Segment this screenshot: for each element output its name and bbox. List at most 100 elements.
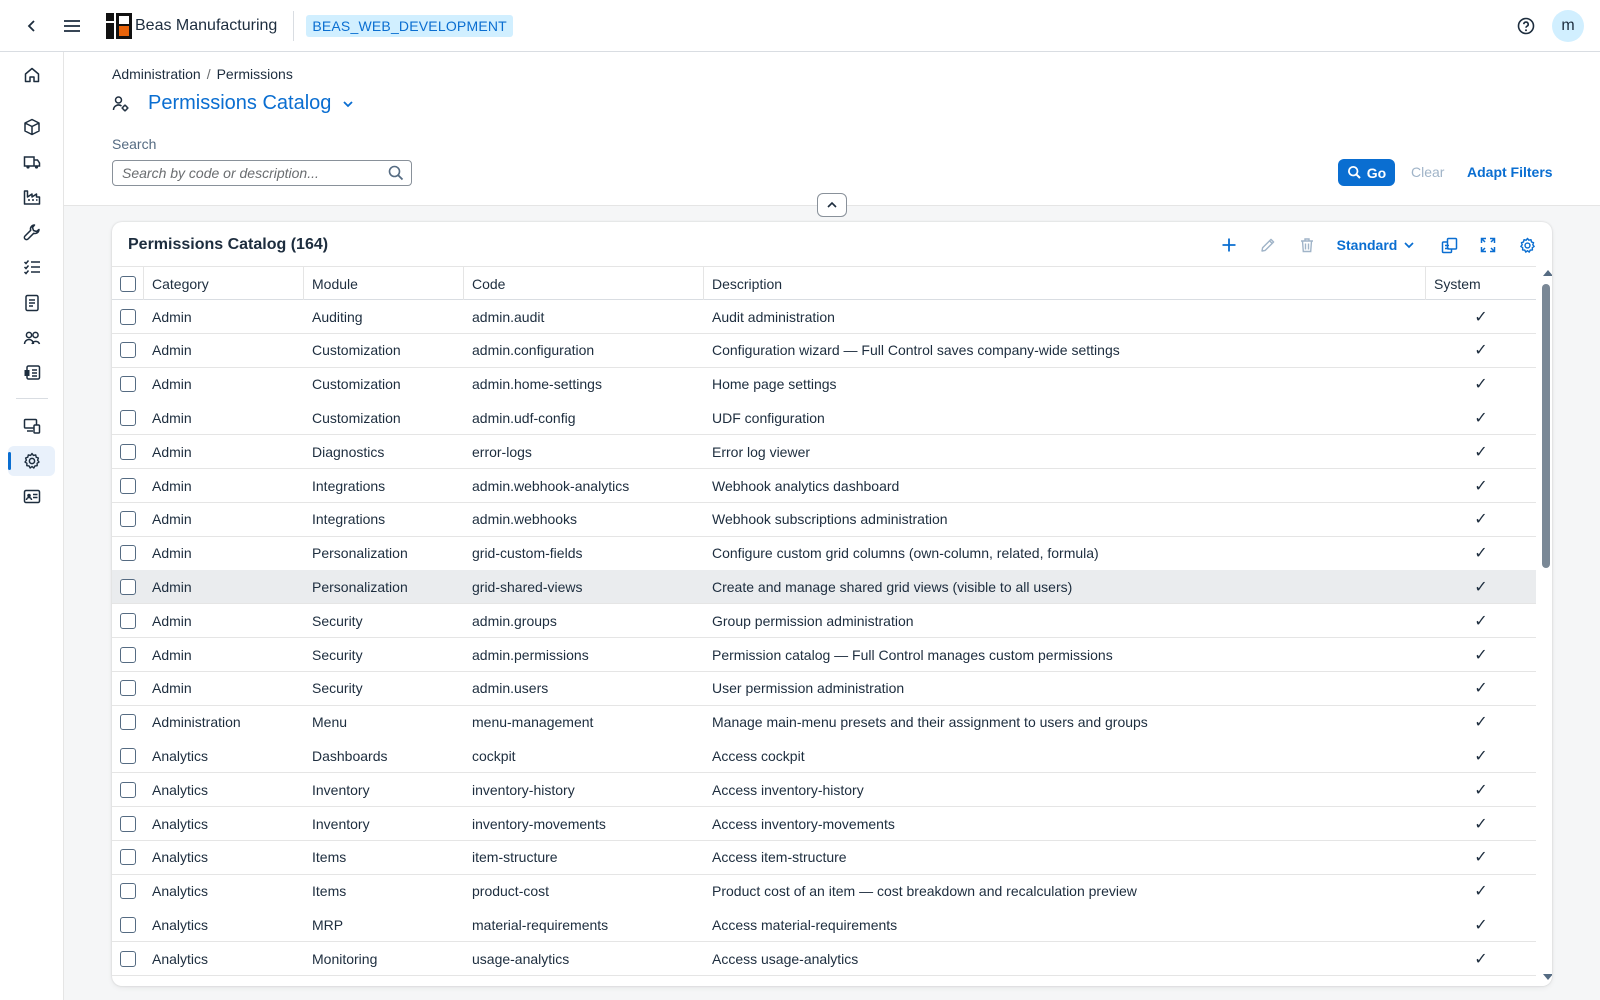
nav-admin[interactable] bbox=[8, 482, 55, 512]
column-header-system[interactable]: System bbox=[1426, 267, 1536, 301]
row-checkbox[interactable] bbox=[120, 477, 136, 494]
column-header-module[interactable]: Module bbox=[304, 267, 464, 301]
nav-logistics[interactable] bbox=[8, 147, 55, 177]
row-select-cell bbox=[112, 368, 144, 401]
nav-tasks[interactable] bbox=[8, 252, 55, 282]
table-row[interactable]: Analytics Items item-structure Access item-… bbox=[112, 840, 1536, 875]
select-all-checkbox[interactable] bbox=[119, 276, 136, 292]
delete-button[interactable] bbox=[1294, 232, 1320, 258]
row-checkbox[interactable] bbox=[120, 409, 136, 426]
row-select-cell bbox=[112, 503, 144, 536]
table-row[interactable]: Analytics Inventory inventory-history Acces… bbox=[112, 773, 1536, 808]
table-row[interactable]: Admin Integrations admin.webhook-analytics… bbox=[112, 469, 1536, 503]
help-button[interactable] bbox=[1508, 8, 1544, 44]
column-header-category[interactable]: Category bbox=[144, 267, 304, 301]
variant-selector[interactable]: Standard bbox=[1335, 232, 1417, 258]
table-row[interactable]: Analytics Dashboards cockpit Access cockpit… bbox=[112, 739, 1536, 774]
nav-home[interactable] bbox=[8, 60, 55, 90]
nav-partners[interactable] bbox=[8, 323, 55, 353]
table-row[interactable]: Analytics MRP material-requirements Access … bbox=[112, 908, 1536, 943]
table-row[interactable]: Admin Auditing admin.audit Audit administra… bbox=[112, 300, 1536, 334]
logo[interactable]: Beas Manufacturing bbox=[106, 12, 277, 39]
table-row[interactable]: Admin Security admin.groups Group permissio… bbox=[112, 604, 1536, 639]
table-row[interactable]: Admin Personalization grid-custom-fields Co… bbox=[112, 536, 1536, 571]
cell-description: Access inventory-history bbox=[712, 781, 864, 798]
table-row[interactable]: Admin Integrations admin.webhooks Webhook s… bbox=[112, 502, 1536, 537]
back-button[interactable] bbox=[14, 8, 50, 44]
row-checkbox[interactable] bbox=[120, 714, 136, 731]
nav-devices[interactable] bbox=[8, 411, 55, 441]
breadcrumb: Administration / Permissions bbox=[112, 66, 293, 82]
table-row[interactable]: Admin Diagnostics error-logs Error log view… bbox=[112, 435, 1536, 470]
page-title[interactable]: Permissions Catalog bbox=[148, 92, 331, 115]
nav-documents[interactable] bbox=[8, 288, 55, 318]
row-checkbox[interactable] bbox=[120, 646, 136, 663]
table-settings-button[interactable] bbox=[1514, 232, 1540, 258]
row-checkbox[interactable] bbox=[120, 950, 136, 967]
add-button[interactable] bbox=[1216, 232, 1242, 258]
row-checkbox[interactable] bbox=[120, 545, 136, 562]
row-checkbox[interactable] bbox=[120, 849, 136, 866]
checkmark-icon: ✓ bbox=[1474, 747, 1488, 765]
cell-category: Analytics bbox=[152, 815, 209, 832]
table-row[interactable]: Analytics Inventory inventory-movements Acc… bbox=[112, 807, 1536, 841]
table-row[interactable]: Analytics Items product-cost Product cost o… bbox=[112, 874, 1536, 909]
scroll-down-arrow[interactable] bbox=[1543, 974, 1552, 980]
clear-button[interactable]: Clear bbox=[1411, 164, 1444, 180]
breadcrumb-link-administration[interactable]: Administration bbox=[112, 66, 201, 82]
scrollbar-thumb[interactable] bbox=[1542, 284, 1550, 568]
table-row[interactable]: Admin Personalization grid-shared-views Cre… bbox=[112, 570, 1536, 605]
search-input[interactable] bbox=[113, 165, 375, 181]
cell-category: Admin bbox=[152, 545, 192, 562]
table-row[interactable]: Administration Menu menu-management Manage … bbox=[112, 705, 1536, 740]
row-checkbox[interactable] bbox=[120, 747, 136, 764]
cell-system: ✓ bbox=[1426, 435, 1536, 468]
cell-module: Integrations bbox=[312, 511, 386, 528]
table-row[interactable]: Admin Security admin.permissions Permission… bbox=[112, 638, 1536, 672]
search-icon[interactable] bbox=[387, 164, 405, 182]
go-label: Go bbox=[1366, 164, 1387, 181]
table-row[interactable]: Admin Customization admin.home-settings Hom… bbox=[112, 367, 1536, 402]
edit-button[interactable] bbox=[1255, 232, 1281, 258]
nav-maintenance[interactable] bbox=[8, 217, 55, 247]
cell-category: Admin bbox=[152, 308, 192, 325]
row-checkbox[interactable] bbox=[120, 916, 136, 933]
table-row[interactable]: Admin Security admin.users User permission … bbox=[112, 671, 1536, 706]
column-header-description[interactable]: Description bbox=[704, 267, 1426, 301]
table-row[interactable]: Admin Customization admin.configuration Con… bbox=[112, 333, 1536, 368]
collapse-header-button[interactable] bbox=[817, 193, 847, 217]
cell-system: ✓ bbox=[1426, 401, 1536, 434]
row-checkbox[interactable] bbox=[120, 781, 136, 798]
row-checkbox[interactable] bbox=[120, 511, 136, 528]
row-select-cell bbox=[112, 300, 144, 333]
cell-code: admin.users bbox=[472, 680, 549, 697]
row-checkbox[interactable] bbox=[120, 308, 136, 325]
row-checkbox[interactable] bbox=[120, 680, 136, 697]
avatar[interactable]: m bbox=[1552, 9, 1584, 42]
row-checkbox[interactable] bbox=[120, 612, 136, 629]
row-checkbox[interactable] bbox=[120, 443, 136, 460]
fullscreen-button[interactable] bbox=[1475, 232, 1501, 258]
cell-module: Inventory bbox=[312, 781, 370, 798]
scroll-up-arrow[interactable] bbox=[1543, 270, 1552, 276]
row-checkbox[interactable] bbox=[120, 376, 136, 393]
row-select-cell bbox=[112, 875, 144, 908]
table-row[interactable]: Analytics Monitoring usage-analytics Access… bbox=[112, 942, 1536, 977]
nav-reports[interactable] bbox=[8, 358, 55, 388]
nav-items[interactable] bbox=[8, 112, 55, 142]
nav-settings[interactable] bbox=[8, 446, 55, 476]
cell-module: MRP bbox=[312, 916, 344, 933]
menu-button[interactable] bbox=[54, 8, 90, 44]
column-header-code[interactable]: Code bbox=[464, 267, 704, 301]
nav-production[interactable] bbox=[8, 182, 55, 212]
row-checkbox[interactable] bbox=[120, 578, 136, 595]
row-checkbox[interactable] bbox=[120, 883, 136, 900]
cell-description: Access item-structure bbox=[712, 849, 847, 866]
row-checkbox[interactable] bbox=[120, 815, 136, 832]
go-button[interactable]: Go bbox=[1338, 159, 1395, 186]
adapt-filters-button[interactable]: Adapt Filters bbox=[1467, 164, 1553, 180]
table-row[interactable]: Admin Customization admin.udf-config UDF co… bbox=[112, 401, 1536, 436]
export-button[interactable] bbox=[1436, 232, 1462, 258]
row-checkbox[interactable] bbox=[120, 342, 136, 359]
variant-chevron-down-icon[interactable] bbox=[341, 97, 355, 111]
